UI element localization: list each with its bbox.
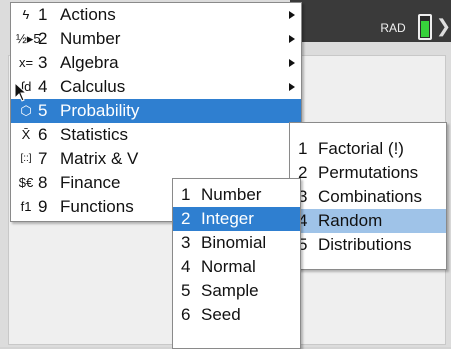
random-item-normal[interactable]: 4 Normal: [173, 255, 300, 279]
submenu-item-number: 2: [181, 209, 191, 228]
submenu-item-label: Combinations: [318, 187, 422, 206]
random-item-seed[interactable]: 6 Seed: [173, 303, 300, 327]
submenu-item-combinations[interactable]: 3 Combinations: [290, 185, 446, 209]
menu-item-number: 5: [38, 101, 48, 120]
menu-item-number: 3: [38, 53, 48, 72]
submenu-item-label: Binomial: [201, 233, 267, 252]
menu-item-number: 4: [38, 77, 48, 96]
menu-item-label: Number: [60, 29, 121, 48]
random-item-integer[interactable]: 2 Integer: [173, 207, 300, 231]
submenu-item-label: Integer: [201, 209, 254, 228]
currency-icon: $€: [18, 175, 34, 190]
submenu-item-distributions[interactable]: 5 Distributions: [290, 233, 446, 257]
dice-icon: ⬡: [20, 103, 32, 118]
submenu-item-factorial[interactable]: 1 Factorial (!): [290, 137, 446, 161]
menu-item-actions[interactable]: ϟ 1 Actions: [11, 3, 301, 27]
submenu-item-number: 6: [181, 305, 191, 324]
matrix-icon: [::]: [20, 153, 32, 164]
submenu-item-random[interactable]: 4 Random: [290, 209, 446, 233]
mean-icon: X̄: [21, 127, 31, 142]
submenu-arrow-icon: [289, 11, 295, 19]
mouse-pointer-icon: [14, 82, 28, 102]
submenu-item-number: 3: [181, 233, 191, 252]
menu-item-label: Matrix & V: [60, 149, 139, 168]
submenu-item-label: Seed: [201, 305, 241, 324]
menu-item-calculus[interactable]: ∫d 4 Calculus: [11, 75, 301, 99]
submenu-item-permutations[interactable]: 2 Permutations: [290, 161, 446, 185]
battery-icon: [418, 14, 432, 40]
submenu-item-label: Normal: [201, 257, 256, 276]
submenu-item-number: 1: [298, 139, 308, 158]
fraction-decimal-icon: ½▸5: [16, 31, 41, 46]
menu-item-number: 9: [38, 197, 48, 216]
submenu-item-label: Permutations: [318, 163, 419, 182]
random-submenu: 1 Number 2 Integer 3 Binomial 4 Normal 5…: [172, 178, 301, 349]
menu-item-algebra[interactable]: x= 3 Algebra: [11, 51, 301, 75]
menu-item-number: 2: [38, 29, 48, 48]
menu-item-label: Statistics: [60, 125, 129, 144]
submenu-item-label: Random: [318, 211, 383, 230]
functions-icon: f1: [20, 199, 32, 214]
submenu-item-number: 5: [181, 281, 191, 300]
submenu-item-label: Number: [201, 185, 262, 204]
menu-item-label: Algebra: [60, 53, 119, 72]
menu-item-label: Actions: [60, 5, 116, 24]
angle-mode-label: RAD: [380, 21, 406, 35]
actions-icon: ϟ: [22, 7, 30, 22]
submenu-item-label: Distributions: [318, 235, 412, 254]
menu-item-matrix-vector[interactable]: [::] 7 Matrix & V: [11, 147, 301, 171]
menu-item-number: 6: [38, 125, 48, 144]
menu-item-number[interactable]: ½▸5 2 Number: [11, 27, 301, 51]
random-item-binomial[interactable]: 3 Binomial: [173, 231, 300, 255]
probability-submenu: 1 Factorial (!) 2 Permutations 3 Combina…: [289, 122, 447, 270]
submenu-item-label: Factorial (!): [318, 139, 404, 158]
submenu-arrow-icon: [289, 59, 295, 67]
menu-item-number: 7: [38, 149, 48, 168]
random-item-sample[interactable]: 5 Sample: [173, 279, 300, 303]
menu-item-statistics[interactable]: X̄ 6 Statistics: [11, 123, 301, 147]
menu-item-probability[interactable]: ⬡ 5 Probability: [11, 99, 301, 123]
random-item-number[interactable]: 1 Number: [173, 183, 300, 207]
submenu-item-number: 4: [181, 257, 191, 276]
menu-item-label: Probability: [60, 101, 140, 120]
submenu-arrow-icon: [289, 35, 295, 43]
submenu-arrow-icon: [289, 83, 295, 91]
submenu-item-label: Sample: [201, 281, 259, 300]
menu-item-number: 1: [38, 5, 48, 24]
menu-item-label: Calculus: [60, 77, 126, 96]
submenu-item-number: 1: [181, 185, 191, 204]
algebra-icon: x=: [18, 55, 34, 70]
menu-item-number: 8: [38, 173, 48, 192]
scroll-right-icon[interactable]: ❯: [436, 16, 451, 37]
